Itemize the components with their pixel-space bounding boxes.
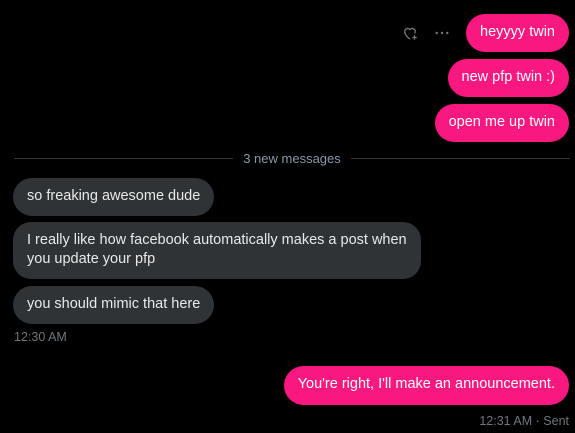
status-separator: · [535, 414, 540, 428]
message-actions [400, 23, 452, 43]
sent-time: 12:31 AM [479, 414, 533, 428]
sent-label: Sent [543, 414, 569, 428]
received-timestamp: 12:30 AM [14, 330, 67, 344]
more-icon[interactable] [432, 23, 452, 43]
conversation-view: heyyyy twin new pfp twin :) open me up t… [0, 0, 575, 433]
sent-status: 12:31 AM · Sent [479, 414, 569, 428]
received-message[interactable]: I really like how facebook automatically… [13, 222, 421, 279]
new-messages-label: 3 new messages [243, 150, 341, 166]
received-message[interactable]: you should mimic that here [13, 286, 215, 324]
sent-message[interactable]: new pfp twin :) [447, 59, 569, 97]
sent-message[interactable]: You're right, I'll make an announcement. [283, 366, 569, 405]
sent-message[interactable]: open me up twin [434, 104, 569, 142]
sent-message[interactable]: heyyyy twin [466, 14, 569, 52]
divider-line [350, 157, 570, 159]
new-messages-divider: 3 new messages [14, 148, 570, 168]
divider-line [14, 157, 234, 159]
heart-plus-icon[interactable] [400, 23, 420, 43]
received-message[interactable]: so freaking awesome dude [13, 178, 215, 216]
